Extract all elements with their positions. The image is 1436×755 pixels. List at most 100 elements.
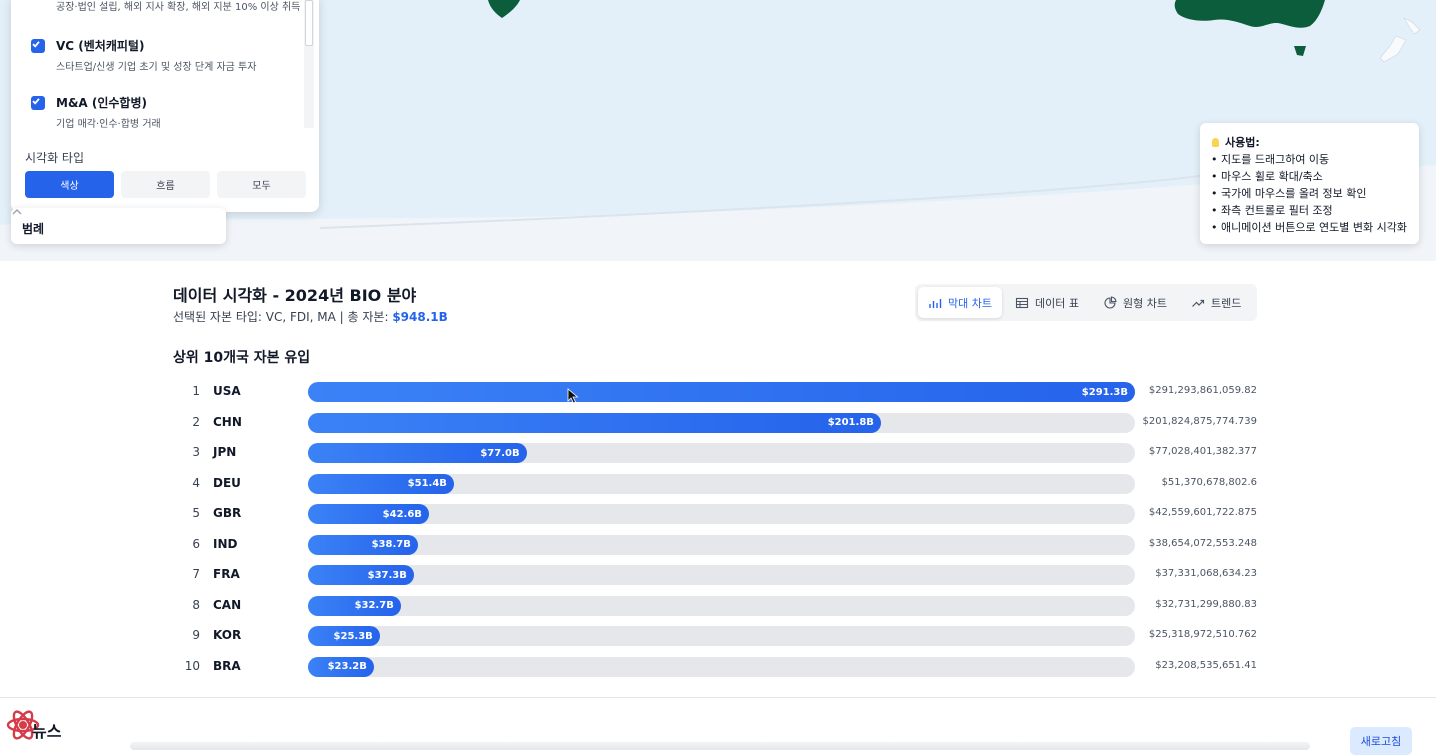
bar-raw-value: $42,559,601,722.875 (1148, 507, 1257, 518)
bar-row-usa[interactable]: 1 USA $291.3B $291,293,861,059.82 (0, 381, 1436, 403)
capital-type-list[interactable]: 공장·법인 설립, 해외 지사 확장, 해외 지분 10% 이상 취득 VC (… (11, 0, 307, 134)
bar-value-label: $42.6B (382, 508, 422, 520)
land-south-america (488, 0, 520, 18)
bar-fra[interactable]: $37.3B (308, 565, 414, 585)
vc-description: 스타트업/신생 기업 초기 및 성장 단계 자금 투자 (56, 62, 257, 73)
filter-scrollbar[interactable] (304, 0, 314, 128)
news-card-edge (130, 742, 1310, 750)
bar-value-label: $38.7B (371, 539, 411, 550)
bar-category-label: DEU (213, 475, 241, 490)
bar-track: $32.7B (308, 595, 1135, 616)
bar-rank: 2 (192, 414, 200, 429)
bar-usa[interactable]: $291.3B (308, 382, 1135, 402)
bar-can[interactable]: $32.7B (308, 595, 401, 616)
viz-all-button[interactable]: 모두 (217, 171, 306, 198)
mouse-cursor-icon (567, 388, 579, 404)
bar-category-label: CHN (213, 414, 242, 429)
viz-type-title: 시각화 타입 (25, 151, 85, 165)
bar-row-deu[interactable]: 4 DEU $51.4B $51,370,678,802.6 (0, 473, 1436, 495)
view-tabs: 막대 차트 데이터 표 원형 차트 트렌드 (915, 284, 1257, 321)
total-capital: $948.1B (392, 310, 448, 324)
ma-label: M&A (인수합병) (56, 96, 148, 110)
bar-track: $23.2B (308, 656, 1135, 677)
bar-rank: 3 (192, 445, 200, 459)
bar-track: $291.3B (308, 382, 1135, 402)
viz-flow-button[interactable]: 흐름 (121, 171, 210, 198)
vc-label: VC (벤처캐피털) (56, 39, 145, 53)
bar-raw-value: $32,731,299,880.83 (1155, 598, 1257, 610)
usage-line: • 국가에 마우스를 올려 정보 확인 (1211, 187, 1367, 200)
bar-jpn[interactable]: $77.0B (308, 443, 527, 463)
legend-panel[interactable]: 범례 (11, 208, 226, 244)
scrollbar-thumb[interactable] (305, 0, 313, 46)
bar-category-label: BRA (213, 658, 241, 673)
bar-track: $77.0B (308, 443, 1135, 463)
bar-chart-icon (929, 298, 942, 308)
world-map[interactable]: 공장·법인 설립, 해외 지사 확장, 해외 지분 10% 이상 취득 VC (… (0, 0, 1436, 261)
bar-track: $38.7B (308, 534, 1135, 555)
section-divider (0, 697, 1436, 698)
bar-rank: 4 (192, 475, 200, 490)
ma-checkbox[interactable] (31, 96, 45, 110)
bar-value-label: $37.3B (367, 569, 407, 581)
bar-ind[interactable]: $38.7B (308, 534, 418, 555)
bar-value-label: $25.3B (333, 630, 373, 642)
bar-row-bra[interactable]: 10 BRA $23.2B $23,208,535,651.41 (0, 656, 1436, 678)
bar-bra[interactable]: $23.2B (308, 656, 374, 677)
chevron-up-icon[interactable] (11, 208, 23, 216)
bar-raw-value: $291,293,861,059.82 (1148, 385, 1257, 396)
bar-raw-value: $23,208,535,651.41 (1155, 659, 1257, 671)
legend-title: 범례 (22, 222, 45, 236)
bar-row-jpn[interactable]: 3 JPN $77.0B $77,028,401,382.377 (0, 442, 1436, 464)
usage-line: • 애니메이션 버튼으로 연도별 변화 시각화 (1211, 221, 1408, 234)
bar-row-fra[interactable]: 7 FRA $37.3B $37,331,068,634.23 (0, 564, 1436, 586)
usage-line: • 마우스 휠로 확대/축소 (1211, 170, 1323, 183)
bar-gbr[interactable]: $42.6B (308, 504, 429, 524)
bar-category-label: KOR (213, 628, 242, 642)
vc-checkbox[interactable] (31, 39, 45, 53)
bar-rank: 6 (192, 536, 200, 551)
usage-title: 사용법: (1212, 134, 1260, 150)
fdi-description: 공장·법인 설립, 해외 지사 확장, 해외 지분 10% 이상 취득 (56, 2, 301, 13)
land-new-zealand (1379, 17, 1421, 63)
ma-description: 기업 매각·인수·합병 거래 (56, 119, 161, 130)
bar-value-label: $201.8B (827, 417, 874, 428)
bar-rank: 5 (192, 506, 200, 520)
bar-row-ind[interactable]: 6 IND $38.7B $38,654,072,553.248 (0, 534, 1436, 556)
filter-panel: 공장·법인 설립, 해외 지사 확장, 해외 지분 10% 이상 취득 VC (… (11, 0, 319, 212)
bar-row-kor[interactable]: 9 KOR $25.3B $25,318,972,510.762 (0, 625, 1436, 647)
check-icon (32, 98, 40, 105)
viz-color-button[interactable]: 색상 (25, 171, 114, 198)
chart-title: 상위 10개국 자본 유입 (173, 350, 311, 366)
refresh-button[interactable]: 새로고침 (1350, 727, 1412, 755)
bar-raw-value: $201,824,875,774.739 (1142, 415, 1257, 427)
tab-pie-chart[interactable]: 원형 차트 (1103, 287, 1167, 318)
bar-row-gbr[interactable]: 5 GBR $42.6B $42,559,601,722.875 (0, 503, 1436, 525)
bar-chn[interactable]: $201.8B (308, 412, 881, 433)
usage-line: • 좌측 컨트롤로 필터 조정 (1211, 204, 1333, 217)
bar-rank: 10 (184, 658, 200, 673)
pie-chart-icon (1104, 295, 1117, 309)
section-subtitle: 선택된 자본 타입: VC, FDI, MA | 총 자본: $948.1B (173, 310, 448, 324)
bar-rank: 8 (192, 597, 200, 612)
bar-rank: 7 (192, 567, 200, 581)
bar-kor[interactable]: $25.3B (308, 626, 380, 646)
tab-data-table[interactable]: 데이터 표 (1015, 287, 1079, 318)
news-title: 뉴스 (32, 722, 62, 741)
bar-track: $201.8B (308, 412, 1135, 433)
bar-raw-value: $51,370,678,802.6 (1161, 476, 1257, 488)
bar-category-label: FRA (213, 567, 240, 581)
bar-category-label: IND (213, 536, 238, 551)
tab-bar-chart[interactable]: 막대 차트 (918, 287, 1002, 318)
bar-row-chn[interactable]: 2 CHN $201.8B $201,824,875,774.739 (0, 412, 1436, 434)
bar-category-label: GBR (213, 506, 242, 520)
trend-icon (1192, 299, 1205, 307)
tab-trend[interactable]: 트렌드 (1191, 287, 1241, 318)
table-icon (1015, 297, 1029, 308)
bar-track: $25.3B (308, 626, 1135, 646)
usage-tips: 사용법: • 지도를 드래그하여 이동 • 마우스 휠로 확대/축소 • 국가에… (1200, 123, 1419, 244)
bar-row-can[interactable]: 8 CAN $32.7B $32,731,299,880.83 (0, 595, 1436, 617)
bar-value-label: $51.4B (407, 478, 447, 489)
bar-category-label: USA (213, 384, 241, 398)
bar-deu[interactable]: $51.4B (308, 473, 454, 494)
